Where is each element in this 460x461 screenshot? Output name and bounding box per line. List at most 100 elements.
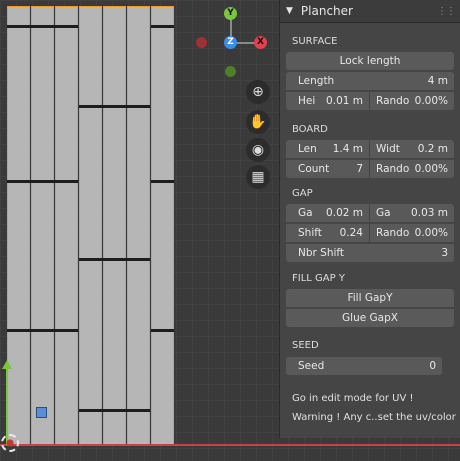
pan-hand-icon[interactable]: ✋ <box>246 110 270 134</box>
floor-board[interactable] <box>103 260 126 410</box>
board-seam <box>151 180 174 183</box>
floor-board[interactable] <box>103 6 126 106</box>
glue-gap-x-button[interactable]: Glue GapX <box>286 309 454 327</box>
board-count-label: Count <box>298 163 330 175</box>
gap-x-label: Ga <box>298 207 313 219</box>
panel-header[interactable]: ▼ Plancher ⋮⋮ <box>280 0 460 23</box>
plancher-panel: ▼ Plancher ⋮⋮ SURFACE Lock length Length… <box>279 0 460 438</box>
gap-y-field[interactable]: Ga 0.03 m <box>370 204 454 222</box>
floor-board[interactable] <box>55 6 78 26</box>
board-random-value: 0.00% <box>414 163 448 175</box>
zoom-icon[interactable]: ⊕ <box>246 80 270 104</box>
floor-board[interactable] <box>7 181 30 330</box>
floor-board[interactable] <box>79 411 102 445</box>
drag-grip-icon[interactable]: ⋮⋮ <box>437 6 456 17</box>
nbr-shift-label: Nbr Shift <box>298 247 345 259</box>
gap-y-label: Ga <box>376 207 391 219</box>
floor-board[interactable] <box>31 6 54 26</box>
uv-hint-text: Go in edit mode for UV ! <box>292 393 414 404</box>
floor-board[interactable] <box>103 107 126 259</box>
floor-board[interactable] <box>151 27 174 181</box>
board-length-label: Len <box>298 143 317 155</box>
floor-board[interactable] <box>127 411 150 445</box>
board-seam <box>79 105 150 108</box>
shift-field[interactable]: Shift 0.24 <box>286 224 369 242</box>
object-origin-icon <box>36 407 47 418</box>
board-seam <box>151 25 174 28</box>
gap-random-value: 0.00% <box>414 227 448 239</box>
shift-label: Shift <box>298 227 322 239</box>
board-seam <box>7 180 78 183</box>
grid-view-icon[interactable]: ▦ <box>246 165 270 189</box>
floor-board[interactable] <box>151 181 174 330</box>
board-width-value: 0.2 m <box>417 143 448 155</box>
board-random-label: Rando <box>376 163 410 175</box>
floor-board[interactable] <box>79 260 102 410</box>
seed-label: Seed <box>298 360 325 372</box>
gizmo-z-icon[interactable]: Z <box>224 36 237 49</box>
camera-icon[interactable]: ◉ <box>246 138 270 162</box>
gap-x-value: 0.02 m <box>326 207 363 219</box>
section-gap-label: GAP <box>292 188 313 199</box>
floor-board[interactable] <box>55 181 78 330</box>
floor-board[interactable] <box>31 27 54 181</box>
board-length-value: 1.4 m <box>332 143 363 155</box>
gap-x-field[interactable]: Ga 0.02 m <box>286 204 369 222</box>
floor-board[interactable] <box>7 6 30 26</box>
seed-value: 0 <box>429 360 436 372</box>
floor-board[interactable] <box>127 260 150 410</box>
floor-board[interactable] <box>7 27 30 181</box>
nbr-shift-field[interactable]: Nbr Shift 3 <box>286 244 454 262</box>
surface-length-value: 4 m <box>427 75 448 87</box>
gap-random-field[interactable]: Rando 0.00% <box>370 224 454 242</box>
floor-board[interactable] <box>55 27 78 181</box>
collapse-triangle-icon[interactable]: ▼ <box>286 6 293 16</box>
board-random-field[interactable]: Rando 0.00% <box>370 160 454 178</box>
floor-board[interactable] <box>151 6 174 26</box>
warning-text: Warning ! Any c..set the uv/color ! <box>292 412 460 423</box>
surface-height-field[interactable]: Hei 0.01 m <box>286 92 369 110</box>
nbr-shift-value: 3 <box>441 247 448 259</box>
section-seed-label: SEED <box>292 340 319 351</box>
floor-board[interactable] <box>103 411 126 445</box>
floor-board[interactable] <box>127 107 150 259</box>
floor-board[interactable] <box>79 107 102 259</box>
floor-board[interactable] <box>31 331 54 445</box>
surface-length-field[interactable]: Length 4 m <box>286 72 454 90</box>
gap-y-value: 0.03 m <box>411 207 448 219</box>
board-length-field[interactable]: Len 1.4 m <box>286 140 369 158</box>
y-axis-arrow-icon <box>2 360 12 369</box>
panel-title: Plancher <box>300 4 353 18</box>
surface-random-label: Rando <box>376 95 410 107</box>
floor-board[interactable] <box>151 331 174 445</box>
lock-length-button[interactable]: Lock length <box>286 52 454 70</box>
board-seam <box>79 409 150 412</box>
board-count-field[interactable]: Count 7 <box>286 160 369 178</box>
gizmo-y-icon[interactable]: Y <box>224 7 237 20</box>
floor-board[interactable] <box>79 6 102 106</box>
section-surface-label: SURFACE <box>292 36 338 47</box>
gizmo-neg-y-icon[interactable] <box>225 66 236 77</box>
board-seam <box>7 25 78 28</box>
board-seam <box>7 329 78 332</box>
seed-field[interactable]: Seed 0 <box>286 357 442 375</box>
gizmo-neg-x-icon[interactable] <box>196 37 207 48</box>
board-width-field[interactable]: Widt 0.2 m <box>370 140 454 158</box>
surface-random-value: 0.00% <box>414 95 448 107</box>
surface-height-value: 0.01 m <box>326 95 363 107</box>
floor-board[interactable] <box>31 181 54 330</box>
board-width-label: Widt <box>376 143 400 155</box>
floor-board[interactable] <box>127 6 150 106</box>
section-board-label: BOARD <box>292 124 328 135</box>
floor-board[interactable] <box>55 331 78 445</box>
surface-length-label: Length <box>298 75 335 87</box>
board-seam <box>151 329 174 332</box>
y-axis-line <box>6 365 8 445</box>
fill-gap-y-button[interactable]: Fill GapY <box>286 289 454 307</box>
surface-random-field[interactable]: Rando 0.00% <box>370 92 454 110</box>
surface-height-label: Hei <box>298 95 316 107</box>
floor-board[interactable] <box>7 331 30 445</box>
gap-random-label: Rando <box>376 227 410 239</box>
gizmo-x-icon[interactable]: X <box>254 36 267 49</box>
3d-cursor-icon[interactable] <box>1 434 19 452</box>
